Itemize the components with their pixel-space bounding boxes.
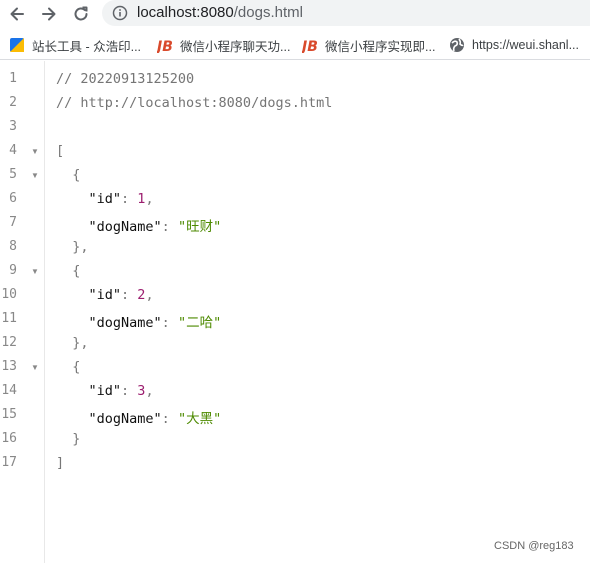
code-line: "dogName": "二哈" xyxy=(88,315,222,331)
line-number: 1 xyxy=(9,71,17,86)
svg-text:JB: JB xyxy=(157,39,173,53)
jb-icon: JB xyxy=(157,39,173,53)
json-key: "dogName" xyxy=(88,219,162,235)
json-key: "id" xyxy=(88,287,122,303)
bookmark-item[interactable]: JB 微信小程序聊天功... xyxy=(157,36,290,54)
globe-icon xyxy=(450,38,464,52)
reload-icon xyxy=(74,6,88,21)
bookmarks-bar: 站长工具 - 众浩印... JB 微信小程序聊天功... JB 微信小程序实现即… xyxy=(0,28,590,60)
chinaz-icon xyxy=(10,38,24,52)
code-line: { xyxy=(56,167,81,183)
fold-toggle-icon[interactable]: ▼ xyxy=(31,147,39,156)
comment-line: // http://localhost:8080/dogs.html xyxy=(56,95,333,111)
comment-line: // 20220913125200 xyxy=(56,71,195,87)
bookmark-label: 站长工具 - 众浩印... xyxy=(32,39,142,54)
line-number: 15 xyxy=(1,407,17,422)
json-key: "dogName" xyxy=(88,411,162,427)
code-line: "id": 3, xyxy=(88,383,154,399)
json-viewer: 1 2 3 4 5 6 7 8 9 10 11 12 13 14 15 16 1… xyxy=(0,61,590,563)
code-line: { xyxy=(56,359,81,375)
line-number: 17 xyxy=(1,455,17,470)
code-line: }, xyxy=(56,335,89,351)
bookmark-label: 微信小程序聊天功... xyxy=(180,39,291,54)
json-key: "dogName" xyxy=(88,315,162,331)
back-button[interactable] xyxy=(5,2,29,26)
bookmark-item[interactable]: https://weui.shanl... xyxy=(449,36,579,54)
code-line: "dogName": "旺财" xyxy=(88,219,222,235)
code-line: ] xyxy=(56,455,65,471)
line-number: 14 xyxy=(1,383,17,398)
code-line: "id": 1, xyxy=(88,191,154,207)
line-number: 16 xyxy=(1,431,17,446)
line-gutter: 1 2 3 4 5 6 7 8 9 10 11 12 13 14 15 16 1… xyxy=(0,61,45,563)
line-number: 6 xyxy=(9,191,17,206)
code-line: "dogName": "大黑" xyxy=(88,411,222,427)
json-key: "id" xyxy=(88,383,122,399)
fold-toggle-icon[interactable]: ▼ xyxy=(31,267,39,276)
reload-button[interactable] xyxy=(69,2,93,26)
url-path: /dogs.html xyxy=(233,4,303,21)
bookmark-item[interactable]: 站长工具 - 众浩印... xyxy=(9,36,141,54)
browser-toolbar: localhost:8080/dogs.html xyxy=(0,0,590,28)
arrow-left-icon xyxy=(10,7,24,21)
line-number: 13 xyxy=(1,359,17,374)
bookmark-label: 微信小程序实现即... xyxy=(325,39,436,54)
json-string: "大黑" xyxy=(177,411,222,427)
bookmark-item[interactable]: JB 微信小程序实现即... xyxy=(302,36,435,54)
line-number: 11 xyxy=(1,311,17,326)
jb-icon: JB xyxy=(302,39,318,53)
svg-text:JB: JB xyxy=(302,39,318,53)
fold-toggle-icon[interactable]: ▼ xyxy=(31,171,39,180)
line-number: 7 xyxy=(9,215,17,230)
address-bar[interactable]: localhost:8080/dogs.html xyxy=(102,0,590,26)
forward-button[interactable] xyxy=(37,2,61,26)
line-number: 3 xyxy=(9,119,17,134)
json-key: "id" xyxy=(88,191,122,207)
line-number: 12 xyxy=(1,335,17,350)
code-line: [ xyxy=(56,143,65,159)
line-number: 5 xyxy=(9,167,17,182)
info-icon[interactable] xyxy=(112,5,128,21)
line-number: 9 xyxy=(9,263,17,278)
line-number: 10 xyxy=(1,287,17,302)
line-number: 8 xyxy=(9,239,17,254)
code-line: { xyxy=(56,263,81,279)
code-line: }, xyxy=(56,239,89,255)
code-line: "id": 2, xyxy=(88,287,154,303)
url-text: localhost:8080/dogs.html xyxy=(137,4,303,21)
json-string: "旺财" xyxy=(177,219,222,235)
arrow-right-icon xyxy=(42,7,56,21)
watermark: CSDN @reg183 xyxy=(494,540,574,552)
code-line: } xyxy=(56,431,81,447)
json-string: "二哈" xyxy=(177,315,222,331)
bookmark-label: https://weui.shanl... xyxy=(472,38,580,52)
line-number: 2 xyxy=(9,95,17,110)
url-host: localhost:8080 xyxy=(137,4,234,21)
fold-toggle-icon[interactable]: ▼ xyxy=(31,363,39,372)
line-number: 4 xyxy=(9,143,17,158)
